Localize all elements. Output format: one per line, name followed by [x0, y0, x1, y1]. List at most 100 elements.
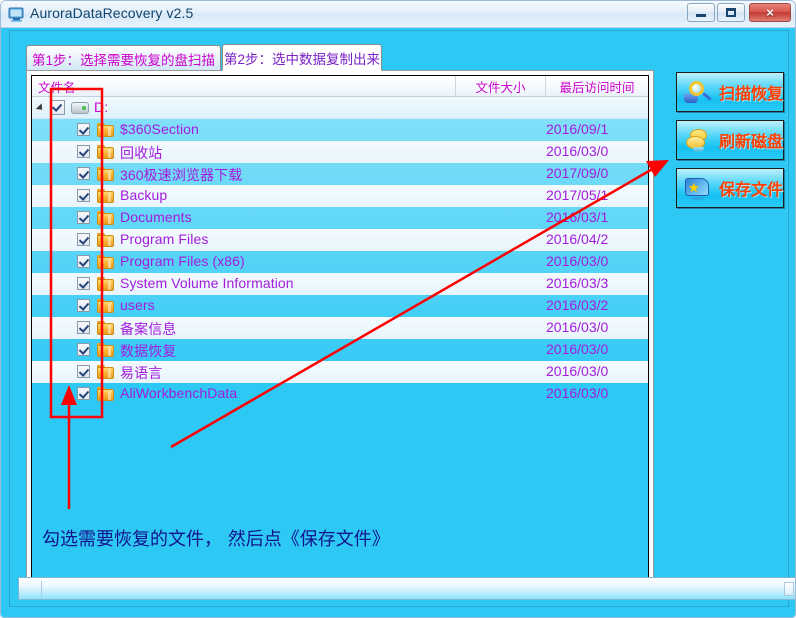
- tree-row-time: 2016/03/0: [546, 253, 609, 269]
- tree-row[interactable]: Program Files (x86) 2016/03/0: [32, 251, 648, 273]
- tree-row-label: 备案信息: [120, 321, 177, 337]
- maximize-button[interactable]: [717, 3, 745, 22]
- checkbox-file[interactable]: [77, 299, 90, 312]
- status-bar: [18, 577, 795, 600]
- checkbox-file[interactable]: [77, 167, 90, 180]
- folder-icon: [97, 277, 114, 291]
- close-icon: ×: [766, 5, 774, 20]
- checkbox-file[interactable]: [77, 387, 90, 400]
- tree-row[interactable]: 易语言 2016/03/0: [32, 361, 648, 383]
- checkbox-file[interactable]: [77, 321, 90, 334]
- column-header-lastaccess[interactable]: 最后访问时间: [546, 76, 648, 96]
- folder-icon: [97, 321, 114, 335]
- folder-icon: [97, 255, 114, 269]
- maximize-icon: [718, 4, 744, 21]
- folder-icon: [97, 145, 114, 159]
- tree-row-label: 数据恢复: [120, 343, 177, 359]
- tree-row-root[interactable]: D:: [32, 97, 648, 119]
- tree-row-label: $360Section: [120, 121, 199, 137]
- checkbox-file[interactable]: [77, 343, 90, 356]
- tab-step1[interactable]: 第1步：选择需要恢复的盘扫描: [26, 45, 221, 71]
- tree-row[interactable]: 备案信息 2016/03/0: [32, 317, 648, 339]
- tree-row-time: 2016/03/1: [546, 209, 609, 225]
- tab-step1-label: 第1步：选择需要恢复的盘扫描: [31, 52, 215, 68]
- tree-row-time: 2016/03/2: [546, 297, 609, 313]
- minimize-button[interactable]: [687, 3, 715, 22]
- tree-row-label: 易语言: [120, 365, 163, 381]
- tree-row-label: users: [120, 297, 155, 313]
- tree-row-label: AliWorkbenchData: [120, 385, 238, 401]
- tree-row[interactable]: 数据恢复 2016/03/0: [32, 339, 648, 361]
- checkbox-file[interactable]: [77, 255, 90, 268]
- tree-row[interactable]: Documents 2016/03/1: [32, 207, 648, 229]
- client-area: 第1步：选择需要恢复的盘扫描 第2步：选中数据复制出来 文件名 文件大小 最后访…: [1, 28, 795, 617]
- tree-row[interactable]: Program Files 2016/04/2: [32, 229, 648, 251]
- tree-row[interactable]: users 2016/03/2: [32, 295, 648, 317]
- tree-row-time: 2016/03/0: [546, 341, 609, 357]
- magnifier-icon: [683, 79, 713, 107]
- drive-icon: [71, 102, 89, 114]
- checkbox-file[interactable]: [77, 211, 90, 224]
- tree-row-time: 2016/03/0: [546, 143, 609, 159]
- refresh-disk-button[interactable]: 刷新磁盘: [676, 120, 784, 160]
- tree-row-label: 回收站: [120, 145, 163, 161]
- checkbox-file[interactable]: [77, 145, 90, 158]
- scan-recover-button[interactable]: 扫描恢复: [676, 72, 784, 112]
- expander-triangle-icon[interactable]: [35, 103, 46, 113]
- tree-row-root-label: D:: [94, 99, 109, 115]
- client-panel: 第1步：选择需要恢复的盘扫描 第2步：选中数据复制出来 文件名 文件大小 最后访…: [9, 30, 795, 607]
- tree-row[interactable]: Backup 2017/05/1: [32, 185, 648, 207]
- tree-row[interactable]: 回收站 2016/03/0: [32, 141, 648, 163]
- tree-row-label: Documents: [120, 209, 192, 225]
- tree-row-time: 2016/03/0: [546, 319, 609, 335]
- checkbox-file[interactable]: [77, 123, 90, 136]
- tree-row-time: 2017/05/1: [546, 187, 609, 203]
- folder-icon: [97, 167, 114, 181]
- file-tree-panel: 文件名 文件大小 最后访问时间 D: $360Section 2016/09/1…: [31, 75, 649, 595]
- tree-row[interactable]: System Volume Information 2016/03/3: [32, 273, 648, 295]
- list-column-headers: 文件名 文件大小 最后访问时间: [32, 76, 648, 97]
- checkbox-root[interactable]: [50, 100, 65, 115]
- tab-step2[interactable]: 第2步：选中数据复制出来: [222, 44, 382, 71]
- title-bar: AuroraDataRecovery v2.5 ×: [1, 1, 795, 28]
- folder-icon: [97, 189, 114, 203]
- tree-row-time: 2016/03/0: [546, 363, 609, 379]
- folder-icon: [97, 233, 114, 247]
- tree-row-label: Program Files: [120, 231, 209, 247]
- tree-row[interactable]: AliWorkbenchData 2016/03/0: [32, 383, 648, 405]
- tab-step2-label: 第2步：选中数据复制出来: [223, 51, 380, 67]
- close-button[interactable]: ×: [749, 3, 791, 22]
- checkbox-file[interactable]: [77, 189, 90, 202]
- checkbox-file[interactable]: [77, 233, 90, 246]
- tree-row-time: 2017/09/0: [546, 165, 609, 181]
- save-files-button-label: 保存文件: [719, 180, 784, 199]
- tree-row[interactable]: $360Section 2016/09/1: [32, 119, 648, 141]
- tab-page: 文件名 文件大小 最后访问时间 D: $360Section 2016/09/1…: [26, 70, 654, 600]
- checkbox-file[interactable]: [77, 365, 90, 378]
- column-header-filename[interactable]: 文件名: [32, 76, 456, 96]
- tree-row-time: 2016/09/1: [546, 121, 609, 137]
- tree-row-time: 2016/03/3: [546, 275, 609, 291]
- folder-icon: [97, 343, 114, 357]
- folder-icon: [97, 123, 114, 137]
- tree-row-label: Program Files (x86): [120, 253, 245, 269]
- checkbox-file[interactable]: [77, 277, 90, 290]
- folder-icon: [97, 365, 114, 379]
- window-title: AuroraDataRecovery v2.5: [30, 5, 194, 21]
- refresh-disk-button-label: 刷新磁盘: [719, 132, 784, 151]
- tree-row-time: 2016/03/0: [546, 385, 609, 401]
- tree-row[interactable]: 360极速浏览器下载 2017/09/0: [32, 163, 648, 185]
- file-tree-body: D: $360Section 2016/09/1 回收站 2016/03/0 360极速…: [32, 97, 648, 576]
- status-separator: [41, 581, 42, 597]
- tree-row-label: 360极速浏览器下载: [120, 167, 243, 183]
- minimize-icon: [688, 4, 714, 21]
- resize-grip[interactable]: [784, 582, 794, 596]
- save-files-button[interactable]: ★ 保存文件: [676, 168, 784, 208]
- folder-icon: [97, 299, 114, 313]
- tree-row-label: System Volume Information: [120, 275, 294, 291]
- tree-row-time: 2016/04/2: [546, 231, 609, 247]
- column-header-filesize[interactable]: 文件大小: [456, 76, 546, 96]
- disk-refresh-icon: [683, 127, 713, 155]
- monitor-icon: [8, 6, 25, 23]
- tab-strip: 第1步：选择需要恢复的盘扫描 第2步：选中数据复制出来: [26, 44, 654, 71]
